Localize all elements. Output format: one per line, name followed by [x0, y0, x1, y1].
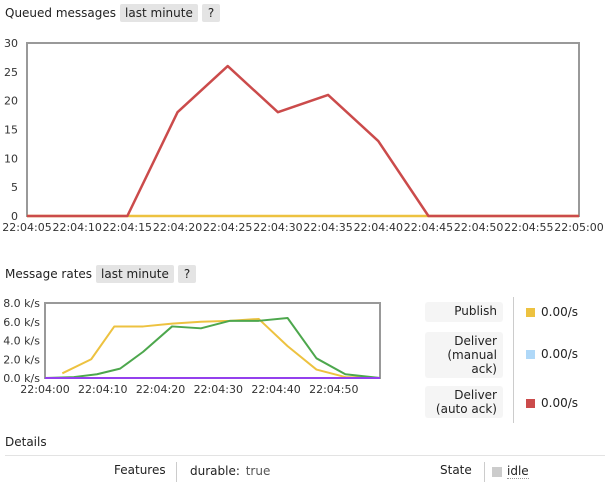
- features-label: Features: [114, 463, 166, 477]
- y-tick-label: 4.0 k/s: [3, 335, 40, 348]
- legend-label-line: Deliver: [454, 334, 497, 348]
- x-tick-label: 22:04:25: [203, 221, 252, 234]
- legend-swatch-icon: [526, 398, 535, 408]
- plot-frame: [26, 42, 580, 217]
- rates-series-line: [61, 317, 381, 379]
- x-tick-label: 22:04:50: [454, 221, 503, 234]
- y-tick-label: 5: [11, 181, 18, 194]
- details-title: Details: [5, 435, 47, 449]
- legend-divider: [513, 297, 514, 423]
- legend-value: 0.00/s: [526, 396, 578, 410]
- idle-square-icon: [492, 466, 502, 477]
- y-tick-label: 30: [4, 37, 18, 50]
- x-tick-label: 22:04:40: [354, 221, 403, 234]
- y-tick-label: 10: [4, 152, 18, 165]
- rates-range-button[interactable]: last minute: [96, 265, 174, 283]
- rates-help-button[interactable]: ?: [177, 265, 197, 283]
- x-tick-label: 22:05:00: [554, 221, 603, 234]
- rates-series-line: [44, 317, 381, 379]
- legend-label-line: Publish: [454, 304, 497, 318]
- legend-rate-value: 0.00/s: [541, 396, 579, 410]
- x-tick-label: 22:04:30: [194, 383, 243, 396]
- x-tick-label: 22:04:35: [303, 221, 352, 234]
- legend-label-line: (manual: [447, 348, 497, 362]
- legend-rate-value: 0.00/s: [541, 347, 579, 361]
- y-tick-label: 2.0 k/s: [3, 353, 40, 366]
- legend-swatch-icon: [526, 307, 535, 317]
- x-tick-label: 22:04:00: [20, 383, 69, 396]
- durable-label: durable:: [190, 464, 240, 478]
- y-tick-label: 15: [4, 124, 18, 137]
- queued-help-button[interactable]: ?: [201, 4, 221, 22]
- queued-title: Queued messages: [5, 6, 117, 20]
- x-tick-label: 22:04:20: [136, 383, 185, 396]
- x-tick-label: 22:04:40: [251, 383, 300, 396]
- x-tick-label: 22:04:20: [153, 221, 202, 234]
- y-tick-label: 25: [4, 66, 18, 79]
- queued-section-header: Queued messages last minute ?: [5, 4, 221, 22]
- message-rates-chart: 0.0 k/s2.0 k/s4.0 k/s6.0 k/s8.0 k/s22:04…: [3, 297, 381, 396]
- legend-value: 0.00/s: [526, 305, 578, 319]
- x-tick-label: 22:04:50: [309, 383, 358, 396]
- legend-label[interactable]: Publish: [425, 302, 503, 322]
- x-tick-label: 22:04:45: [404, 221, 453, 234]
- y-tick-label: 8.0 k/s: [3, 297, 40, 310]
- rates-title: Message rates: [5, 267, 93, 281]
- legend-label-line: (auto ack): [435, 402, 497, 416]
- legend-label-line: ack): [471, 362, 497, 376]
- x-tick-label: 22:04:10: [78, 383, 127, 396]
- details-divider: [5, 455, 605, 456]
- rates-section-header: Message rates last minute ?: [5, 265, 197, 283]
- x-tick-label: 22:04:55: [504, 221, 553, 234]
- x-tick-label: 22:04:15: [103, 221, 152, 234]
- y-tick-label: 6.0 k/s: [3, 316, 40, 329]
- queued-range-button[interactable]: last minute: [120, 4, 198, 22]
- legend-swatch-icon: [526, 349, 535, 359]
- state-label: State: [440, 463, 472, 477]
- features-divider: [176, 462, 177, 482]
- queued-series-line: [27, 64, 579, 218]
- legend-value: 0.00/s: [526, 347, 578, 361]
- durable-value: true: [245, 464, 271, 478]
- state-divider: [484, 462, 485, 482]
- legend-rate-value: 0.00/s: [541, 305, 579, 319]
- y-tick-label: 20: [4, 95, 18, 108]
- x-tick-label: 22:04:30: [253, 221, 302, 234]
- legend-label[interactable]: Deliver (manual ack): [425, 332, 503, 378]
- queued-messages-chart: 05101520253022:04:05 22:04:10 22:04:15 22:0…: [2, 37, 603, 234]
- x-tick-label: 22:04:05: [2, 221, 51, 234]
- details-title-text: Details: [5, 435, 47, 449]
- state-value: idle: [507, 464, 529, 479]
- legend-label[interactable]: Deliver (auto ack): [425, 386, 503, 418]
- x-tick-label: 22:04:10: [52, 221, 101, 234]
- legend-label-line: Deliver: [454, 388, 497, 402]
- state-indicator: idle: [492, 464, 529, 479]
- durable-feature: durable: true: [190, 464, 270, 478]
